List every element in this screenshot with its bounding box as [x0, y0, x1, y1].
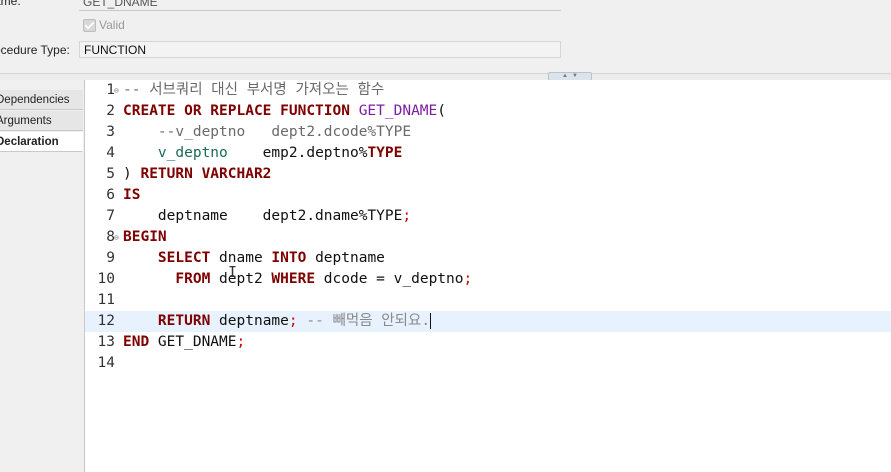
code-token: ;	[288, 313, 298, 329]
line-number: 2	[106, 103, 115, 119]
line-number: 1	[106, 82, 115, 98]
code-token: deptname	[210, 313, 289, 329]
code-token: FROM	[175, 271, 211, 287]
code-line[interactable]: 14	[85, 353, 891, 374]
code-line[interactable]: 1 ⊖ -- 서브쿼리 대신 부서명 가져오는 함수	[85, 80, 891, 101]
code-line[interactable]: 9 SELECT dname INTO deptname	[85, 248, 891, 269]
code-token: v_deptno	[157, 145, 228, 161]
code-token: dname	[210, 250, 272, 266]
valid-label: Valid	[99, 18, 125, 32]
code-token: ;	[463, 271, 473, 287]
code-token: INTO	[271, 250, 307, 266]
code-line[interactable]: 7 deptname dept2.dname%TYPE;	[85, 206, 891, 227]
line-number: 8	[106, 229, 115, 245]
procedure-properties-form: ame: GET_DNAME Valid ocedure Type: FUNCT…	[0, 0, 891, 73]
line-number: 7	[106, 208, 115, 224]
code-token: TYPE	[367, 145, 403, 161]
code-editor[interactable]: 1 ⊖ -- 서브쿼리 대신 부서명 가져오는 함수 2 CREATE OR REPLA…	[85, 80, 891, 472]
left-navigation: Dependencies Arguments Declaration	[0, 80, 85, 472]
line-number: 14	[97, 355, 115, 371]
valid-checkbox[interactable]	[83, 18, 96, 32]
code-line[interactable]: 8 ⊖ BEGIN	[85, 227, 891, 248]
code-line[interactable]: 6 IS	[85, 185, 891, 206]
panel-splitter[interactable]	[0, 73, 891, 80]
code-token: CREATE OR REPLACE FUNCTION	[123, 103, 359, 119]
code-line[interactable]: 3 --v_deptno dept2.dcode%TYPE	[85, 122, 891, 143]
code-token: dept2	[210, 271, 272, 287]
line-number: 13	[97, 334, 115, 350]
code-text: IS	[123, 185, 140, 206]
code-token: ;	[236, 334, 246, 350]
code-text: END GET_DNAME;	[123, 332, 245, 353]
code-token: SELECT	[157, 250, 211, 266]
code-token: emp2.deptno%	[227, 145, 368, 161]
code-text: v_deptno emp2.deptno%TYPE	[123, 143, 402, 164]
code-text: -- 서브쿼리 대신 부서명 가져오는 함수	[123, 80, 384, 101]
text-cursor-icon: I	[228, 263, 238, 281]
code-text: CREATE OR REPLACE FUNCTION GET_DNAME(	[123, 101, 446, 122]
line-number: 3	[106, 124, 115, 140]
code-text: SELECT dname INTO deptname	[123, 248, 385, 269]
chevron-up-icon: ▲	[562, 73, 568, 79]
code-token: RETURN VARCHAR2	[140, 166, 272, 182]
code-line[interactable]: 12 RETURN deptname; -- 빼먹음 안되요.	[85, 311, 891, 332]
nav-item-dependencies[interactable]: Dependencies	[0, 90, 83, 110]
code-token: GET_DNAME	[358, 103, 438, 119]
code-token: --v_deptno dept2.dcode%TYPE	[157, 124, 412, 140]
line-number: 4	[106, 145, 115, 161]
procedure-type-label: ocedure Type:	[0, 43, 70, 57]
code-text: --v_deptno dept2.dcode%TYPE	[123, 122, 411, 143]
code-token: (	[437, 103, 447, 119]
line-number: 9	[106, 250, 115, 266]
nav-item-declaration[interactable]: Declaration	[0, 132, 83, 152]
code-text: FROM dept2 WHERE dcode = v_deptno;	[123, 269, 472, 290]
code-line[interactable]: 10 FROM dept2 WHERE dcode = v_deptno;	[85, 269, 891, 290]
code-line[interactable]: 13 END GET_DNAME;	[85, 332, 891, 353]
code-line[interactable]: 5) RETURN VARCHAR2	[85, 164, 891, 185]
fold-toggle-icon[interactable]: ⊖	[114, 80, 119, 101]
code-token: BEGIN	[123, 229, 167, 245]
code-line[interactable]: 11	[85, 290, 891, 311]
code-token: RETURN	[157, 313, 211, 329]
line-number: 6	[106, 187, 115, 203]
nav-item-arguments[interactable]: Arguments	[0, 111, 83, 131]
code-token: GET_DNAME	[149, 334, 237, 350]
name-label: ame:	[0, 0, 21, 8]
code-token: deptname	[306, 250, 385, 266]
code-token: -- 서브쿼리 대신 부서명 가져오는 함수	[123, 82, 385, 98]
code-text: BEGIN	[123, 227, 167, 248]
code-token: deptname dept2.dname%TYPE	[123, 208, 403, 224]
text-caret	[430, 313, 432, 329]
line-number: 10	[97, 271, 115, 287]
code-text: RETURN deptname; -- 빼먹음 안되요.	[123, 311, 432, 332]
chevron-down-icon: ▼	[572, 73, 578, 79]
code-token: IS	[123, 187, 141, 203]
code-line[interactable]: 2 CREATE OR REPLACE FUNCTION GET_DNAME(	[85, 101, 891, 122]
line-number: 5	[106, 166, 115, 182]
code-token: WHERE	[271, 271, 316, 287]
valid-checkbox-group: Valid	[83, 18, 125, 32]
code-token: END	[123, 334, 150, 350]
code-line[interactable]: 4 v_deptno emp2.deptno%TYPE	[85, 143, 891, 164]
code-token: dcode = v_deptno	[315, 271, 464, 287]
line-number: 11	[97, 292, 115, 308]
code-text: ) RETURN VARCHAR2	[123, 164, 271, 185]
line-number: 12	[97, 313, 115, 329]
fold-toggle-icon[interactable]: ⊖	[114, 227, 119, 248]
code-token: ;	[402, 208, 412, 224]
procedure-type-field[interactable]: FUNCTION	[79, 41, 561, 58]
code-token: -- 빼먹음 안되요.	[297, 313, 431, 329]
code-token: )	[123, 166, 141, 182]
code-text: deptname dept2.dname%TYPE;	[123, 206, 411, 227]
name-field[interactable]: GET_DNAME	[79, 0, 561, 11]
